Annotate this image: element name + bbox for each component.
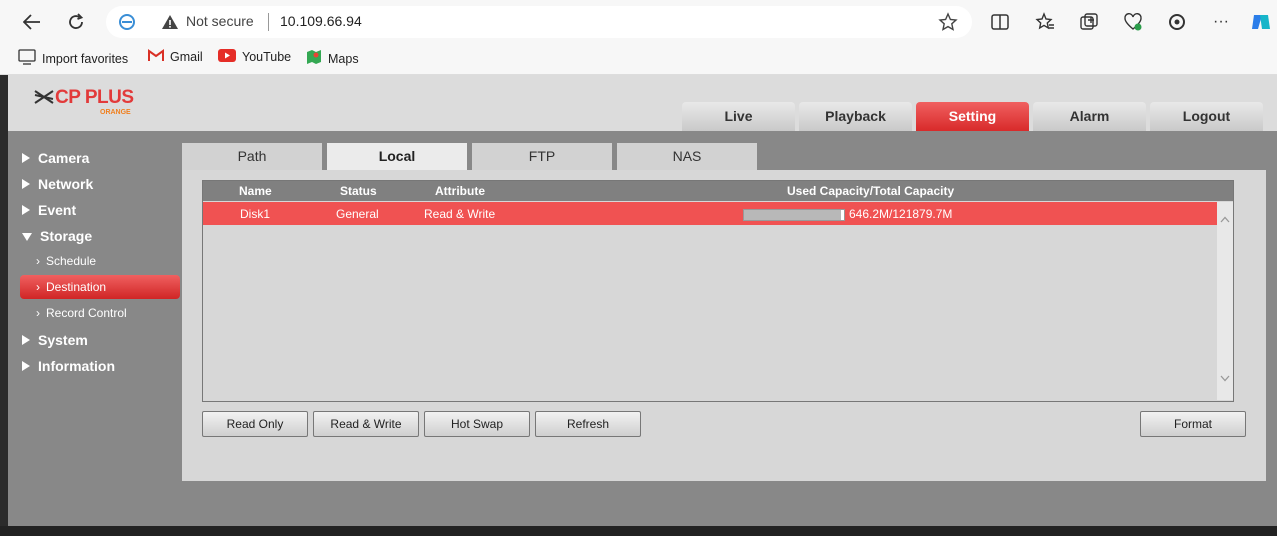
sidebar-subitem-destination[interactable]: › Destination [36, 280, 106, 294]
bookmarks-bar: Import favorites Gmail YouTube Maps [0, 43, 1277, 75]
chevron-right-icon: › [36, 254, 40, 268]
page-header: CP PLUS ORANGE Live Playback Setting Ala… [8, 75, 1277, 131]
column-header-capacity: Used Capacity/Total Capacity [787, 184, 955, 198]
column-header-status: Status [340, 184, 377, 198]
bookmark-label: Maps [328, 51, 359, 66]
sidebar-subitem-label: Destination [46, 280, 107, 294]
page-bottom-strip [0, 526, 1277, 536]
tab-local[interactable]: Local [327, 143, 467, 170]
split-screen-icon[interactable] [989, 11, 1011, 33]
expand-arrow-icon [22, 335, 30, 345]
collections-icon[interactable] [1078, 11, 1100, 33]
refresh-button[interactable]: Refresh [535, 411, 641, 437]
sidebar-item-event[interactable]: Event [22, 202, 76, 218]
more-icon[interactable]: ··· [1210, 11, 1232, 33]
sidebar-item-storage[interactable]: Storage [22, 228, 92, 244]
bookmark-gmail[interactable]: Gmail [148, 49, 203, 65]
chevron-right-icon: › [36, 280, 40, 294]
scroll-up-icon[interactable] [1220, 216, 1230, 223]
disk-capacity: 646.2M/121879.7M [849, 207, 953, 221]
dvr-web-page: CP PLUS ORANGE Live Playback Setting Ala… [8, 75, 1277, 526]
disk-status: General [336, 207, 379, 221]
disk-table: Name Status Attribute Used Capacity/Tota… [202, 180, 1234, 402]
read-only-button[interactable]: Read Only [202, 411, 308, 437]
bookmark-label: Gmail [170, 50, 203, 64]
sidebar-item-label: System [38, 332, 88, 348]
disk-attribute: Read & Write [424, 207, 496, 221]
browser-toolbar: Not secure 10.109.66.94 ··· [0, 0, 1277, 43]
read-write-button[interactable]: Read & Write [313, 411, 419, 437]
bookmark-youtube[interactable]: YouTube [218, 49, 291, 65]
sidebar-item-information[interactable]: Information [22, 358, 115, 374]
nav-live[interactable]: Live [682, 102, 795, 131]
bookmark-import-favorites[interactable]: Import favorites [18, 49, 128, 68]
youtube-icon [218, 49, 236, 65]
expand-arrow-icon [22, 153, 30, 163]
nav-playback[interactable]: Playback [799, 102, 912, 131]
sidebar-item-label: Information [38, 358, 115, 374]
sidebar-item-network[interactable]: Network [22, 176, 93, 192]
back-icon[interactable] [18, 8, 46, 36]
tab-path[interactable]: Path [182, 143, 322, 170]
gmail-icon [148, 49, 164, 65]
performance-icon[interactable] [1166, 11, 1188, 33]
table-row[interactable]: Disk1 General Read & Write 646.2M/121879… [203, 202, 1228, 225]
nav-setting[interactable]: Setting [916, 102, 1029, 131]
bookmark-maps[interactable]: Maps [306, 49, 359, 68]
security-label[interactable]: Not secure [186, 13, 254, 29]
chevron-right-icon: › [36, 306, 40, 320]
expand-arrow-icon [22, 179, 30, 189]
import-icon [18, 49, 36, 68]
sidebar-subitem-record-control[interactable]: › Record Control [36, 306, 127, 320]
sidebar-subitem-label: Record Control [46, 306, 127, 320]
expand-arrow-icon [22, 205, 30, 215]
sidebar-item-label: Camera [38, 150, 90, 166]
column-header-attribute: Attribute [435, 184, 485, 198]
logo-text: CP PLUS [55, 87, 134, 108]
local-storage-panel: Name Status Attribute Used Capacity/Tota… [182, 170, 1266, 481]
warning-icon[interactable] [161, 13, 179, 36]
table-scrollbar[interactable] [1217, 202, 1233, 400]
refresh-icon[interactable] [62, 8, 90, 36]
collapse-arrow-icon [22, 233, 32, 241]
sidebar-item-system[interactable]: System [22, 332, 88, 348]
sidebar-item-label: Storage [40, 228, 93, 244]
sidebar-subitem-schedule[interactable]: › Schedule [36, 254, 96, 268]
copilot-icon[interactable] [1250, 11, 1272, 33]
maps-icon [306, 49, 322, 68]
nav-alarm[interactable]: Alarm [1033, 102, 1146, 131]
scroll-down-icon[interactable] [1220, 375, 1230, 382]
favorites-icon[interactable] [1034, 11, 1056, 33]
column-header-name: Name [239, 184, 272, 198]
bookmark-label: Import favorites [42, 51, 129, 66]
sidebar-item-camera[interactable]: Camera [22, 150, 89, 166]
disk-name: Disk1 [240, 207, 271, 221]
expand-arrow-icon [22, 361, 30, 371]
tab-nas[interactable]: NAS [617, 143, 757, 170]
address-bar[interactable]: Not secure 10.109.66.94 [106, 6, 972, 38]
favorite-star-icon[interactable] [938, 12, 958, 37]
table-header: Name Status Attribute Used Capacity/Tota… [203, 181, 1233, 201]
capacity-progress-fill [744, 210, 841, 220]
format-button[interactable]: Format [1140, 411, 1246, 437]
address-separator [268, 13, 269, 31]
bookmark-label: YouTube [242, 50, 292, 64]
capacity-progress-bar [743, 209, 845, 221]
sidebar-item-label: Network [38, 176, 94, 192]
cp-plus-logo: CP PLUS ORANGE [34, 87, 144, 121]
hot-swap-button[interactable]: Hot Swap [424, 411, 530, 437]
url-text[interactable]: 10.109.66.94 [280, 13, 362, 29]
browser-essentials-icon[interactable] [1122, 11, 1144, 33]
logo-mark-icon [34, 90, 54, 104]
logo-sub: ORANGE [100, 109, 131, 116]
nav-logout[interactable]: Logout [1150, 102, 1263, 131]
tab-ftp[interactable]: FTP [472, 143, 612, 170]
sidebar-item-label: Event [38, 202, 77, 218]
sidebar-subitem-label: Schedule [46, 254, 97, 268]
edge-icon [118, 13, 136, 36]
